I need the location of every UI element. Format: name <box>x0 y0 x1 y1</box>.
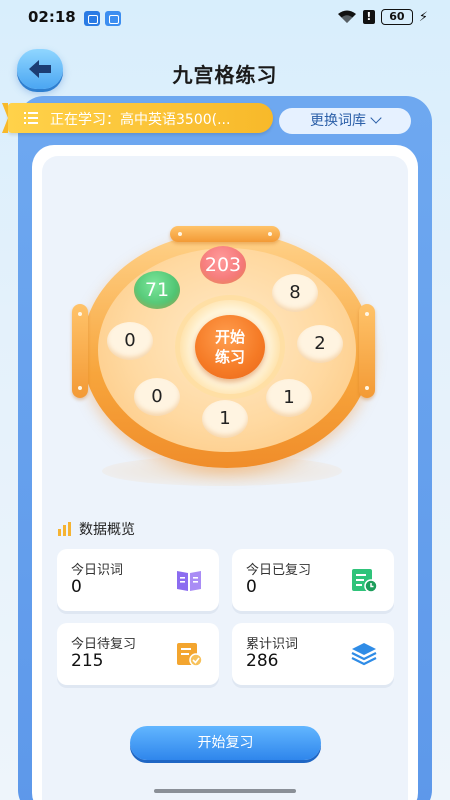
start-practice-label-1: 开始 <box>214 328 245 346</box>
stat-label: 今日识词 <box>71 563 124 578</box>
list-icon <box>24 112 38 124</box>
start-review-button[interactable]: 开始复习 <box>130 726 321 760</box>
stat-label: 今日已复习 <box>246 563 312 578</box>
wheel-cell[interactable]: 0 <box>107 322 153 360</box>
stat-value: 215 <box>71 651 104 671</box>
overview-title-text: 数据概览 <box>79 522 135 538</box>
current-study-banner: 正在学习：高中英语3500(... <box>2 103 273 133</box>
status-bar: 02:18 ! 60 ⚡ <box>0 0 450 36</box>
home-indicator[interactable] <box>154 789 296 793</box>
stat-label: 累计识词 <box>246 637 299 652</box>
practice-wheel: 203 8 2 1 1 0 0 71 开始 练习 <box>72 226 384 486</box>
change-library-label: 更换词库 <box>310 113 366 129</box>
wheel-cell[interactable]: 1 <box>266 379 312 417</box>
stat-card-total-learned: 累计识词 286 <box>232 623 394 685</box>
stat-card-today-learned: 今日识词 0 <box>57 549 219 611</box>
wheel-cell[interactable]: 1 <box>202 400 248 438</box>
notification-search-icon <box>105 11 121 26</box>
page-title: 九宫格练习 <box>172 63 278 87</box>
wheel-tab-left <box>72 304 88 398</box>
stat-card-today-reviewed: 今日已复习 0 <box>232 549 394 611</box>
stat-value: 286 <box>246 651 279 671</box>
stat-label: 今日待复习 <box>71 637 137 652</box>
battery-icon: 60 <box>380 9 413 25</box>
change-library-button[interactable]: 更换词库 <box>279 108 411 134</box>
start-practice-label-2: 练习 <box>214 348 245 366</box>
wheel-cell[interactable]: 71 <box>134 271 180 309</box>
stat-value: 0 <box>246 577 257 597</box>
wifi-icon <box>337 9 357 25</box>
checklist-clock-icon <box>352 569 378 593</box>
stat-value: 0 <box>71 577 82 597</box>
alert-icon: ! <box>362 10 375 24</box>
current-study-text: 正在学习：高中英语3500(... <box>50 112 231 128</box>
bar-chart-icon <box>58 522 73 536</box>
status-time: 02:18 <box>28 8 76 26</box>
wheel-cell[interactable]: 8 <box>272 274 318 312</box>
chevron-down-icon <box>370 112 382 124</box>
book-icon <box>177 571 201 591</box>
layers-icon <box>351 643 377 666</box>
document-check-icon <box>177 643 203 667</box>
charging-icon: ⚡ <box>418 9 428 25</box>
wheel-cell[interactable]: 203 <box>200 246 246 284</box>
stat-card-today-pending: 今日待复习 215 <box>57 623 219 685</box>
overview-title: 数据概览 <box>58 519 135 539</box>
wheel-tab-top <box>170 226 280 242</box>
start-practice-button[interactable]: 开始 练习 <box>195 315 265 379</box>
wheel-cell[interactable]: 2 <box>297 325 343 363</box>
wheel-cell[interactable]: 0 <box>134 378 180 416</box>
notification-app-icon <box>84 11 100 26</box>
wheel-tab-right <box>359 304 375 398</box>
